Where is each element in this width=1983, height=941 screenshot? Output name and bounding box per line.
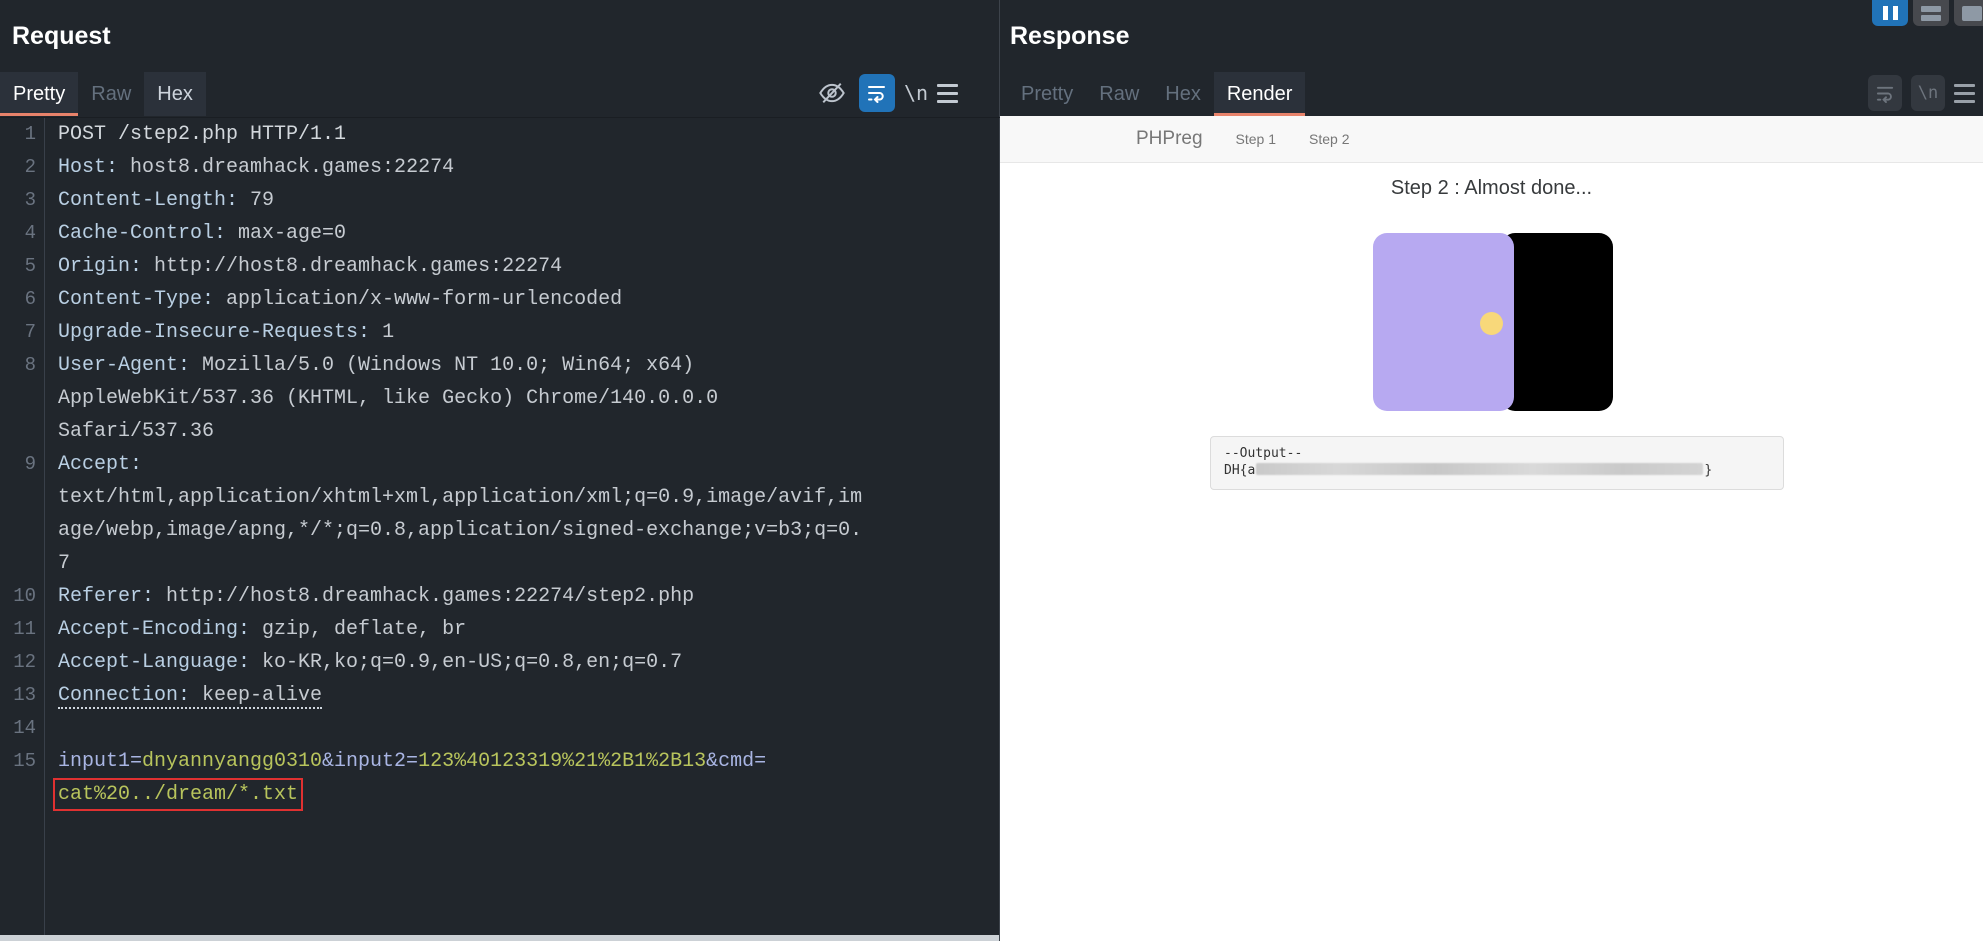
door-image — [1373, 233, 1613, 411]
request-line: AppleWebKit/537.36 (KHTML, like Gecko) C… — [0, 382, 1000, 415]
word-wrap-toggle[interactable] — [859, 74, 895, 112]
word-wrap-icon — [1876, 84, 1895, 103]
request-line: 15input1=dnyannyangg0310&input2=123%4012… — [0, 745, 1000, 778]
request-line: 5Origin: http://host8.dreamhack.games:22… — [0, 250, 1000, 283]
request-line: cat%20../dream/*.txt — [0, 778, 1000, 811]
tab-hex[interactable]: Hex — [144, 72, 206, 116]
tab-render[interactable]: Render — [1214, 72, 1306, 116]
rendered-page: PHPreg Step 1 Step 2 Step 2 : Almost done… — [1000, 116, 1983, 941]
nav-item-step-2[interactable]: Step 2 — [1309, 131, 1349, 147]
response-editor-toolbar: \n — [1868, 72, 1975, 114]
tab-pretty[interactable]: Pretty — [1008, 72, 1086, 116]
door-opening — [1501, 233, 1613, 411]
page-navbar: PHPreg Step 1 Step 2 — [1000, 116, 1983, 163]
request-line: 7 — [0, 547, 1000, 580]
request-lines: 1POST /step2.php HTTP/1.12Host: host8.dr… — [0, 118, 1000, 811]
word-wrap-toggle-disabled[interactable] — [1868, 75, 1902, 111]
request-line: 6Content-Type: application/x-www-form-ur… — [0, 283, 1000, 316]
gutter-divider — [44, 118, 45, 935]
request-line: 10Referer: http://host8.dreamhack.games:… — [0, 580, 1000, 613]
repeater-layout-controls — [1872, 0, 1983, 26]
door-knob — [1480, 312, 1503, 335]
nav-links: Step 1 Step 2 — [1203, 131, 1350, 147]
request-line: 8User-Agent: Mozilla/5.0 (Windows NT 10.… — [0, 349, 1000, 382]
nav-item-step-1[interactable]: Step 1 — [1236, 131, 1276, 147]
pause-button[interactable] — [1872, 0, 1908, 26]
request-line: age/webp,image/apng,*/*;q=0.8,applicatio… — [0, 514, 1000, 547]
redacted-flag — [1256, 463, 1703, 475]
show-newlines-toggle-disabled[interactable]: \n — [1911, 75, 1945, 111]
eye-slash-icon — [816, 79, 848, 107]
request-line: text/html,application/xhtml+xml,applicat… — [0, 481, 1000, 514]
request-line: 14 — [0, 712, 1000, 745]
response-tabs: PrettyRawHexRender — [1008, 72, 1305, 116]
request-line: Safari/537.36 — [0, 415, 1000, 448]
tab-hex[interactable]: Hex — [1152, 72, 1214, 116]
output-label: --Output-- — [1224, 445, 1770, 462]
request-line: 1POST /step2.php HTTP/1.1 — [0, 118, 1000, 151]
request-line: 12Accept-Language: ko-KR,ko;q=0.9,en-US;… — [0, 646, 1000, 679]
response-title: Response — [1010, 22, 1129, 51]
show-newlines-toggle[interactable]: \n — [904, 81, 928, 105]
tab-pretty[interactable]: Pretty — [0, 72, 78, 116]
request-tabs: PrettyRawHex — [0, 72, 206, 116]
square-layout-icon — [1962, 6, 1982, 21]
tab-raw[interactable]: Raw — [1086, 72, 1152, 116]
request-line: 9Accept: — [0, 448, 1000, 481]
response-panel: Response PrettyRawHexRender \n PH — [1000, 0, 1983, 941]
request-line: 13Connection: keep-alive — [0, 679, 1000, 712]
step-heading: Step 2 : Almost done... — [1000, 177, 1983, 200]
request-title: Request — [12, 22, 111, 51]
request-editor[interactable]: 1POST /step2.php HTTP/1.12Host: host8.dr… — [0, 117, 1000, 935]
single-pane-layout-button[interactable] — [1954, 0, 1983, 26]
pause-icon — [1883, 6, 1898, 20]
hide-nonprintable-icon[interactable] — [814, 74, 850, 112]
request-line: 4Cache-Control: max-age=0 — [0, 217, 1000, 250]
request-line: 11Accept-Encoding: gzip, deflate, br — [0, 613, 1000, 646]
rows-layout-button[interactable] — [1913, 0, 1949, 26]
request-panel: Request PrettyRawHex \n 1POST /step2.php… — [0, 0, 1000, 941]
horizontal-scrollbar[interactable] — [0, 935, 999, 941]
word-wrap-icon — [867, 83, 887, 103]
output-box: --Output-- DH{a} — [1210, 436, 1784, 490]
request-editor-toolbar: \n — [814, 70, 958, 116]
editor-menu-icon[interactable] — [1954, 84, 1975, 103]
nav-brand[interactable]: PHPreg — [1136, 128, 1203, 150]
request-line: 7Upgrade-Insecure-Requests: 1 — [0, 316, 1000, 349]
request-line: 2Host: host8.dreamhack.games:22274 — [0, 151, 1000, 184]
editor-menu-icon[interactable] — [937, 84, 958, 103]
rows-layout-icon — [1921, 6, 1941, 21]
flag-line: DH{a} — [1224, 462, 1770, 479]
request-line: 3Content-Length: 79 — [0, 184, 1000, 217]
tab-raw[interactable]: Raw — [78, 72, 144, 116]
